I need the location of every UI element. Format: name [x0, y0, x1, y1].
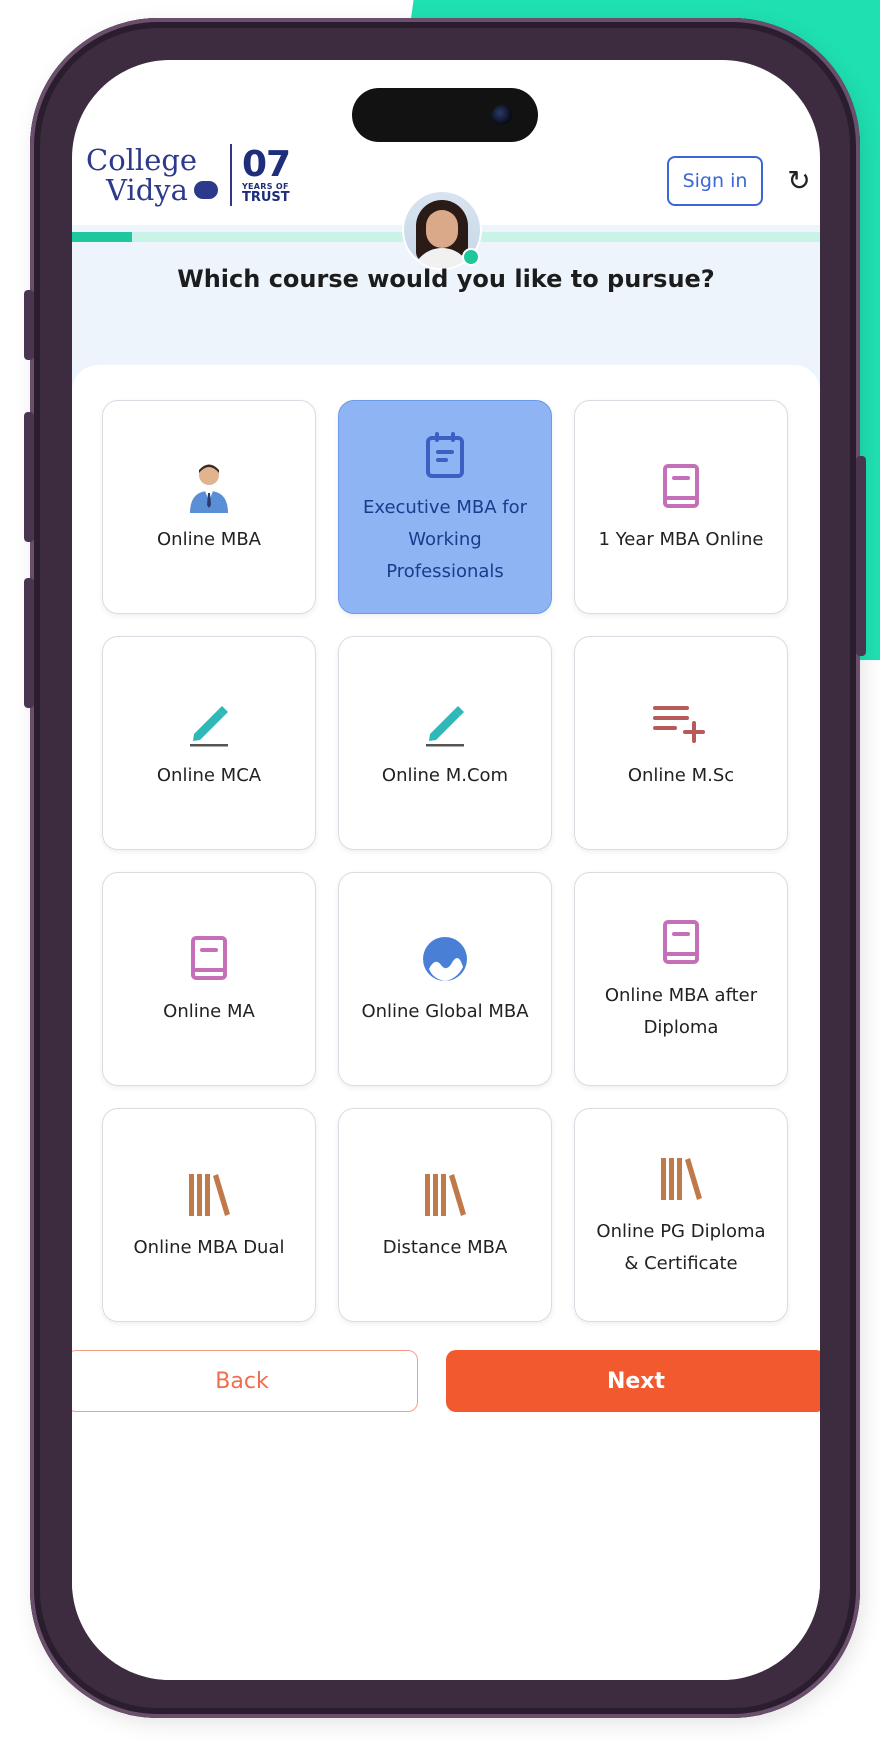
course-label: Online MBA Dual: [133, 1237, 285, 1258]
next-button[interactable]: Next: [446, 1350, 820, 1412]
library-books-icon: [183, 1166, 235, 1224]
course-label: Online MCA: [156, 765, 262, 786]
pencil-icon: [420, 694, 470, 752]
course-card[interactable]: Online MCA: [102, 636, 316, 850]
course-label: 1 Year MBA Online: [598, 529, 764, 550]
course-card[interactable]: Online PG Diploma & Certificate: [574, 1108, 788, 1322]
course-card[interactable]: Online Global MBA: [338, 872, 552, 1086]
phone-side-button: [856, 456, 866, 656]
course-label: Online M.Com: [381, 765, 509, 786]
course-card[interactable]: 1 Year MBA Online: [574, 400, 788, 614]
pencil-icon: [184, 694, 234, 752]
course-label: Online MBA: [157, 529, 261, 550]
back-button[interactable]: Back: [72, 1350, 418, 1412]
course-label: Online MA: [163, 1001, 255, 1022]
course-label: Distance MBA: [382, 1237, 508, 1258]
refresh-icon[interactable]: ↻: [782, 160, 816, 200]
book-icon: [659, 458, 703, 516]
course-card[interactable]: Online MA: [102, 872, 316, 1086]
course-card[interactable]: Executive MBA for Working Professionals: [338, 400, 552, 614]
calendar-note-icon: [423, 426, 467, 484]
course-card[interactable]: Online M.Com: [338, 636, 552, 850]
course-card[interactable]: Online M.Sc: [574, 636, 788, 850]
phone-side-button: [24, 578, 34, 708]
years-number: 07: [241, 143, 291, 185]
years-of-trust-badge: 07 YEARS OF TRUST: [241, 143, 291, 205]
course-card[interactable]: Online MBA Dual: [102, 1108, 316, 1322]
course-card[interactable]: Online MBA: [102, 400, 316, 614]
book-icon: [187, 930, 231, 988]
course-label: Online PG Diploma & Certificate: [596, 1221, 766, 1274]
library-books-icon: [655, 1150, 707, 1208]
camera-icon: [492, 105, 512, 125]
college-vidya-logo[interactable]: College Vidya 07 YEARS OF TRUST: [86, 140, 291, 210]
course-card[interactable]: Distance MBA: [338, 1108, 552, 1322]
sign-in-button[interactable]: Sign in: [667, 156, 763, 206]
phone-screen: College Vidya 07 YEARS OF TRUST Sign in …: [72, 60, 820, 1680]
course-label: Online Global MBA: [361, 1001, 529, 1022]
logo-divider: [229, 144, 232, 206]
book-icon: [659, 914, 703, 972]
online-status-dot: [462, 248, 480, 266]
phone-side-button: [24, 412, 34, 542]
course-label: Executive MBA for Working Professionals: [362, 497, 528, 582]
globe-icon: [419, 930, 471, 988]
logo-badge-icon: [193, 181, 218, 199]
form-actions: Back Next: [72, 1350, 820, 1414]
phone-side-button: [24, 290, 34, 360]
progress-fill: [72, 232, 132, 242]
course-card[interactable]: Online MBA after Diploma: [574, 872, 788, 1086]
library-books-icon: [419, 1166, 471, 1224]
course-label: Online MBA after Diploma: [604, 985, 758, 1038]
course-label: Online M.Sc: [627, 765, 735, 786]
logo-text-line1: College: [86, 143, 198, 177]
years-trust: TRUST: [241, 189, 290, 205]
dynamic-island: [352, 88, 538, 142]
course-grid: Online MBA Executive MBA for Working Prof…: [102, 400, 788, 1322]
logo-text-line2: Vidya: [106, 173, 188, 207]
businessman-icon: [186, 458, 232, 516]
question-title: Which course would you like to pursue?: [177, 265, 715, 293]
list-add-icon: [649, 694, 713, 752]
